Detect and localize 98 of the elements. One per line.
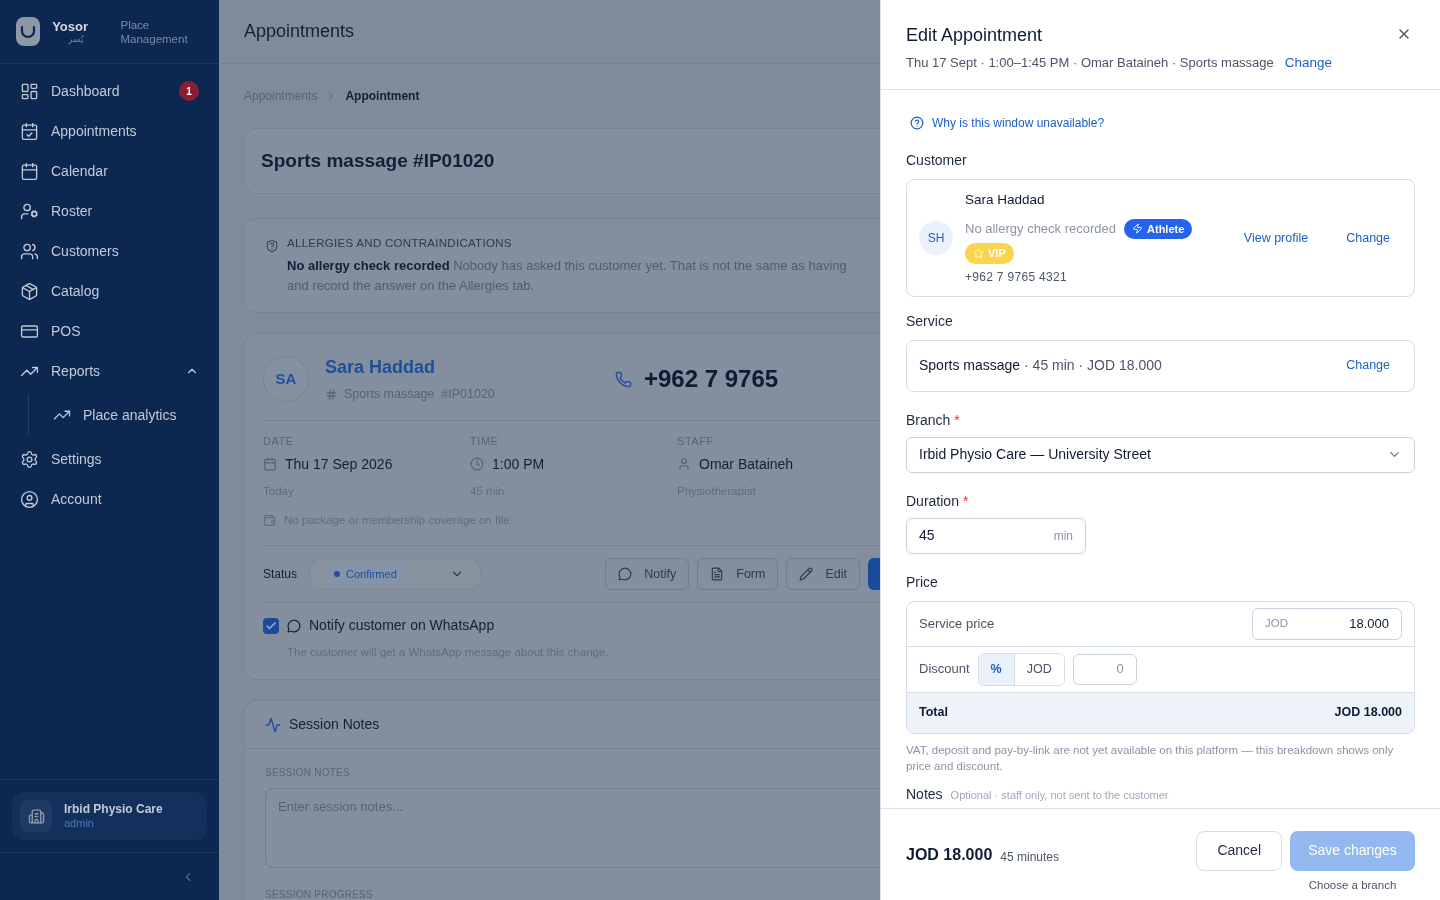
allergy-status: No allergy check recorded: [965, 220, 1117, 238]
unit-label: min: [1053, 527, 1073, 545]
check-icon: [265, 619, 277, 632]
nav-icon: [20, 241, 39, 261]
duration-field[interactable]: 45 min: [906, 517, 1086, 554]
change-link[interactable]: Change: [1346, 356, 1390, 375]
detail-icon: [677, 457, 691, 471]
nav-icon: [20, 449, 39, 469]
required-mark: *: [954, 411, 960, 428]
shield-icon: [265, 239, 279, 253]
field-label: Duration *: [906, 491, 970, 511]
action-button[interactable]: Notify: [605, 558, 690, 590]
help-link[interactable]: Why is this window unavailable?: [932, 114, 1105, 133]
discount-mode-toggle[interactable]: JOD: [1013, 653, 1064, 685]
count-badge: 1: [179, 81, 199, 101]
workspace-name: Irbid Physio Care: [64, 801, 163, 817]
star-icon: [973, 247, 984, 259]
required-mark: *: [962, 492, 969, 509]
page-title: Appointments: [244, 20, 355, 43]
customer-tag: Athlete: [1124, 218, 1193, 239]
nav-icon: [20, 489, 39, 509]
section-title: Session Notes: [289, 715, 380, 735]
appointment-heading: Sports massage #IP01020: [261, 148, 495, 173]
sidebar-subitem[interactable]: Place analytics: [41, 395, 219, 435]
discount-mode-toggle[interactable]: %: [978, 653, 1014, 685]
sidebar-item[interactable]: Calendar: [8, 151, 211, 191]
service-summary: Sports massage · 45 min · JOD 18.000: [919, 356, 1162, 375]
building-icon: [27, 807, 45, 825]
customer-name: Sara Haddad: [965, 191, 1046, 210]
drawer-title: Edit Appointment: [906, 24, 1043, 47]
section-label: Price: [906, 572, 939, 592]
cancel-button[interactable]: Cancel: [1196, 830, 1282, 871]
currency-label: JOD: [1265, 615, 1288, 631]
section-label: Customer: [906, 151, 968, 171]
total-label: Total: [919, 704, 948, 722]
price-disclaimer: VAT, deposit and pay-by-link are not yet available on this platform — this breakdown shows only price and discount.: [906, 742, 1395, 774]
customer-tag: VIP: [965, 243, 1014, 264]
change-link[interactable]: Change: [1346, 228, 1390, 248]
footer-total: JOD 18.000: [906, 844, 993, 865]
whatsapp-checkbox[interactable]: [263, 617, 279, 634]
brand-subtitle: Place Management: [120, 17, 189, 46]
phone-icon: [615, 370, 632, 388]
change-link[interactable]: Change: [1284, 53, 1333, 74]
nav-icon: [20, 201, 39, 221]
activity-icon: [265, 716, 281, 733]
logo-icon: [16, 17, 41, 46]
section-label: Service: [906, 311, 954, 331]
status-label: Status: [263, 566, 298, 583]
sidebar-item[interactable]: Catalog: [8, 271, 211, 311]
customer-avatar: SA: [263, 356, 309, 403]
customer-phone: +962 7 9765 4321: [965, 268, 1068, 286]
customer-phone: +962 7 9765: [644, 364, 779, 395]
whatsapp-label: Notify customer on WhatsApp: [309, 616, 495, 635]
action-icon: [799, 567, 814, 581]
detail-icon: [470, 457, 484, 471]
chat-icon: [287, 618, 301, 633]
breadcrumb-current: Appointment: [345, 88, 420, 105]
action-icon: [618, 567, 633, 581]
wallet-icon: [263, 513, 276, 527]
nav-icon: [20, 121, 39, 141]
action-icon: [710, 567, 725, 581]
sidebar-item[interactable]: Appointments: [8, 111, 211, 151]
save-hint: Choose a branch: [1307, 877, 1398, 893]
sidebar-item[interactable]: Roster: [8, 191, 211, 231]
price-label: Discount: [919, 660, 970, 679]
branch-select[interactable]: Irbid Physio Care — University Street: [906, 436, 1415, 473]
hash-icon: [325, 388, 338, 402]
field-label: Branch *: [906, 410, 961, 430]
workspace-role: admin: [64, 816, 95, 831]
detail-value: 1:00 PM: [492, 454, 545, 474]
appointment-summary: Thu 17 Sept · 1:00–1:45 PM · Omar Bataineh · Sports massage: [906, 54, 1274, 73]
action-button[interactable]: Form: [697, 558, 779, 590]
workspace-card[interactable]: Irbid Physio Care admin: [12, 792, 207, 840]
price-label: Service price: [919, 614, 995, 633]
sidebar-item[interactable]: Dashboard 1: [8, 71, 211, 111]
notes-hint: Optional · staff only, not sent to the customer: [950, 787, 1169, 803]
service-price-field[interactable]: JOD 18.000: [1252, 607, 1402, 640]
view-profile-link[interactable]: View profile: [1243, 228, 1309, 248]
sidebar-item[interactable]: Reports: [8, 351, 211, 391]
allergy-title: ALLERGIES AND CONTRAINDICATIONS: [287, 236, 513, 251]
field-label: Notes: [906, 784, 943, 804]
sidebar-item[interactable]: Settings: [8, 439, 211, 479]
sidebar-item[interactable]: POS: [8, 311, 211, 351]
detail-value: Thu 17 Sep 2026: [285, 454, 393, 474]
lightning-icon: [1132, 223, 1144, 235]
total-value: JOD 18.000: [1334, 704, 1402, 722]
help-icon: [910, 116, 924, 131]
sidebar-item[interactable]: Account: [8, 479, 211, 519]
nav-icon: [20, 81, 39, 101]
customer-avatar: SH: [919, 220, 953, 255]
nav-icon: [20, 281, 39, 301]
detail-icon: [263, 457, 277, 471]
footer-duration: 45 minutes: [1000, 848, 1059, 866]
nav-icon: [20, 161, 39, 181]
brand-arabic: يُسر: [66, 34, 86, 44]
brand-name: Yosor: [52, 19, 90, 33]
detail-value: Omar Bataineh: [699, 454, 794, 474]
sidebar-item[interactable]: Customers: [8, 231, 211, 271]
